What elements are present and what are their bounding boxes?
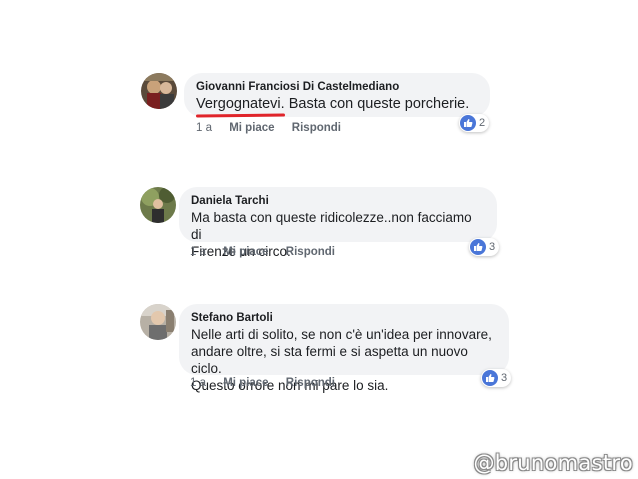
reaction-count: 3 — [489, 241, 496, 253]
reaction-count: 2 — [479, 117, 486, 129]
like-button[interactable]: Mi piace — [223, 377, 268, 389]
comment-text-rest: Basta con queste porcherie. — [284, 96, 470, 112]
reaction-badge[interactable]: 2 — [459, 114, 490, 132]
comment-author[interactable]: Daniela Tarchi — [191, 194, 485, 209]
like-icon — [460, 115, 476, 131]
comment-bubble: Stefano Bartoli Nelle arti di solito, se… — [179, 304, 509, 393]
timestamp[interactable]: 1 a — [196, 122, 212, 134]
red-underline — [195, 113, 285, 118]
like-icon — [470, 239, 486, 255]
reaction-badge[interactable]: 3 — [469, 238, 500, 256]
comment-text: Vergognatevi. Basta con queste porcherie… — [195, 95, 478, 118]
reply-button[interactable]: Rispondi — [292, 122, 341, 134]
comment-actions: 1 a Mi piace Rispondi — [196, 122, 355, 134]
underlined-word: Vergognatevi. — [195, 95, 285, 118]
like-icon — [482, 370, 498, 386]
avatar[interactable] — [140, 304, 176, 340]
like-button[interactable]: Mi piace — [223, 246, 268, 258]
comment-author[interactable]: Giovanni Franciosi Di Castelmediano — [196, 80, 478, 95]
comment-bubble: Giovanni Franciosi Di Castelmediano Verg… — [184, 73, 490, 118]
comment-actions: 1 a Mi piace Rispondi — [190, 377, 349, 389]
comment-bubble: Daniela Tarchi Ma basta con queste ridic… — [179, 187, 497, 259]
reply-button[interactable]: Rispondi — [286, 246, 335, 258]
comment-text-line: andare oltre, si sta fermi e si aspetta … — [191, 344, 468, 376]
avatar[interactable] — [141, 73, 177, 109]
underlined-text: Vergognatevi. — [196, 96, 285, 112]
comment-actions: 1 a Mi piace Rispondi — [190, 246, 349, 258]
comment-text-line: Ma basta con queste ridicolezze..non fac… — [191, 210, 472, 242]
reaction-count: 3 — [501, 372, 508, 384]
like-button[interactable]: Mi piace — [229, 122, 274, 134]
timestamp[interactable]: 1 a — [190, 246, 206, 258]
watermark: @brunomastro — [473, 451, 633, 475]
comment-author[interactable]: Stefano Bartoli — [191, 311, 497, 326]
timestamp[interactable]: 1 a — [190, 377, 206, 389]
avatar[interactable] — [140, 187, 176, 223]
reaction-badge[interactable]: 3 — [481, 369, 512, 387]
comment-text-line: Nelle arti di solito, se non c'è un'idea… — [191, 327, 492, 342]
reply-button[interactable]: Rispondi — [286, 377, 335, 389]
